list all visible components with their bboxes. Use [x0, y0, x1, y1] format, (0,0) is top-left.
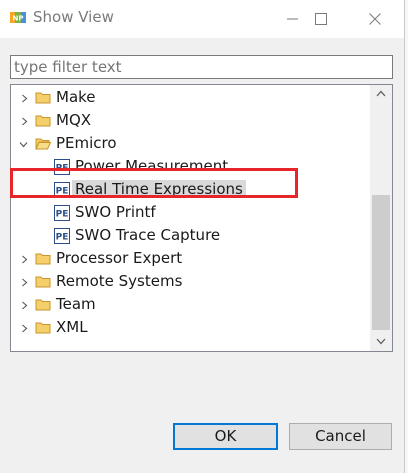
title-bar: NP Show View — [0, 0, 408, 38]
scrollbar-thumb[interactable] — [372, 195, 390, 330]
close-button[interactable] — [352, 0, 398, 38]
folder-icon — [35, 92, 51, 104]
tree-item-swo-printf[interactable]: PE SWO Printf — [11, 202, 371, 224]
folder-open-icon — [35, 138, 51, 150]
chevron-right-icon[interactable] — [20, 117, 29, 126]
folder-icon — [35, 276, 51, 288]
tree-item-label: SWO Printf — [75, 203, 156, 221]
scroll-down-button[interactable] — [370, 333, 392, 351]
chevron-right-icon[interactable] — [20, 278, 29, 287]
tree-item-swo-trace-capture[interactable]: PE SWO Trace Capture — [11, 225, 371, 247]
tree-item-xml[interactable]: XML — [11, 317, 371, 339]
folder-icon — [35, 299, 51, 311]
folder-icon — [35, 115, 51, 127]
tree-item-label: XML — [56, 318, 88, 336]
maximize-button[interactable] — [298, 0, 344, 38]
chevron-down-icon — [376, 338, 386, 345]
window-edge — [404, 0, 408, 473]
chevron-right-icon[interactable] — [20, 255, 29, 264]
annotation-highlight-box — [10, 168, 298, 198]
svg-text:PE: PE — [56, 233, 69, 243]
svg-text:NP: NP — [13, 15, 24, 23]
folder-icon — [35, 322, 51, 334]
tree-item-label: Processor Expert — [56, 249, 183, 267]
tree-item-remote-systems[interactable]: Remote Systems — [11, 271, 371, 293]
tree-item-label: Team — [56, 295, 96, 313]
tree-item-make[interactable]: Make — [11, 87, 371, 109]
window-title: Show View — [33, 8, 114, 26]
tree-item-label: PEmicro — [56, 134, 117, 152]
ok-button[interactable]: OK — [173, 423, 278, 450]
tree-item-label: MQX — [56, 111, 92, 129]
chevron-up-icon — [376, 90, 386, 97]
view-tree: Make MQX PEmicro PE Power Measurement PE… — [10, 84, 393, 352]
pe-view-icon: PE — [54, 228, 70, 244]
tree-item-label: Make — [56, 88, 96, 106]
folder-icon — [35, 253, 51, 265]
nxp-logo-icon: NP — [10, 12, 26, 23]
tree-item-mqx[interactable]: MQX — [11, 110, 371, 132]
tree-item-team[interactable]: Team — [11, 294, 371, 316]
maximize-icon — [315, 13, 327, 25]
filter-input[interactable] — [10, 55, 393, 79]
tree-item-label: Remote Systems — [56, 272, 183, 290]
close-icon — [369, 13, 381, 25]
pe-view-icon: PE — [54, 205, 70, 221]
tree-item-processor-expert[interactable]: Processor Expert — [11, 248, 371, 270]
tree-item-pemicro[interactable]: PEmicro — [11, 133, 371, 155]
chevron-right-icon[interactable] — [20, 324, 29, 333]
svg-text:PE: PE — [56, 210, 69, 220]
tree-item-label: SWO Trace Capture — [75, 226, 221, 244]
vertical-scrollbar[interactable] — [370, 85, 392, 351]
chevron-right-icon[interactable] — [20, 301, 29, 310]
cancel-button[interactable]: Cancel — [289, 423, 392, 450]
chevron-down-icon[interactable] — [19, 140, 28, 149]
chevron-right-icon[interactable] — [20, 94, 29, 103]
scroll-up-button[interactable] — [370, 85, 392, 103]
